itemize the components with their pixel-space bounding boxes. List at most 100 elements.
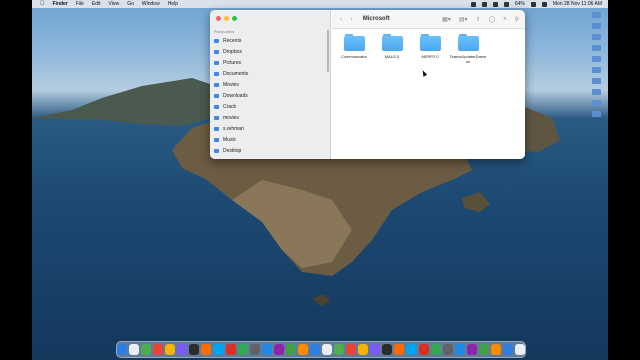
- sidebar-scrollbar[interactable]: [327, 30, 329, 72]
- dock-app-icon[interactable]: [442, 344, 453, 355]
- menu-file[interactable]: File: [76, 1, 84, 7]
- dock-app-icon[interactable]: [249, 344, 260, 355]
- sidebar-item-home[interactable]: s.rehman: [214, 123, 326, 134]
- desktop-file-icon[interactable]: [586, 100, 606, 110]
- dock-app-icon[interactable]: [297, 344, 308, 355]
- dock-app-icon[interactable]: [454, 344, 465, 355]
- desktop-icon: [214, 148, 219, 153]
- minimize-button[interactable]: [224, 16, 229, 21]
- desktop-file-icon[interactable]: [586, 23, 606, 33]
- desktop-file-icon[interactable]: [586, 78, 606, 88]
- desktop-file-icon[interactable]: [586, 67, 606, 77]
- dock-app-icon[interactable]: [334, 344, 345, 355]
- menu-go[interactable]: Go: [127, 1, 134, 7]
- fullscreen-button[interactable]: [232, 16, 237, 21]
- share-icon[interactable]: ⇧: [476, 16, 481, 23]
- dock-app-icon[interactable]: [225, 344, 236, 355]
- status-icon[interactable]: [503, 1, 509, 7]
- dock-app-icon[interactable]: [490, 344, 501, 355]
- dock-app-icon[interactable]: [201, 344, 212, 355]
- wifi-icon[interactable]: [530, 1, 536, 7]
- dock-app-icon[interactable]: [237, 344, 248, 355]
- folder-icon: [214, 104, 219, 109]
- more-icon[interactable]: »: [503, 16, 506, 23]
- menu-view[interactable]: View: [108, 1, 119, 7]
- dock-app-icon[interactable]: [309, 344, 320, 355]
- menubar-clock[interactable]: Mon 28 Nov 11:06 AM: [553, 1, 602, 7]
- dock-app-icon[interactable]: [370, 344, 381, 355]
- downloads-icon: [214, 93, 219, 98]
- status-icon[interactable]: [492, 1, 498, 7]
- music-icon: [214, 137, 219, 142]
- dock-app-icon[interactable]: [466, 344, 477, 355]
- dock-app-icon[interactable]: [358, 344, 369, 355]
- dock-app-icon[interactable]: [189, 344, 200, 355]
- dock-app-icon[interactable]: [129, 344, 140, 355]
- dock-app-icon[interactable]: [478, 344, 489, 355]
- sidebar-item-music[interactable]: Music: [214, 134, 326, 145]
- tag-icon[interactable]: ◯: [489, 16, 496, 23]
- desktop-file-icon[interactable]: [586, 12, 606, 22]
- dock-app-icon[interactable]: [406, 344, 417, 355]
- back-arrow-icon[interactable]: ‹: [340, 16, 342, 23]
- sidebar-item-movies[interactable]: Movies: [214, 79, 326, 90]
- dock-app-icon[interactable]: [285, 344, 296, 355]
- desktop-file-icon[interactable]: [586, 34, 606, 44]
- sidebar-item-label: Movies: [223, 81, 239, 88]
- folder-icon: [381, 34, 403, 51]
- folder-item[interactable]: TeamsUpdaterDaemon: [448, 34, 488, 64]
- desktop-file-icon[interactable]: [586, 111, 606, 121]
- dock-app-icon[interactable]: [515, 344, 526, 355]
- dock-app-icon[interactable]: [213, 344, 224, 355]
- app-menu-finder[interactable]: Finder: [53, 1, 68, 7]
- sidebar-item-movies-folder[interactable]: movies: [214, 112, 326, 123]
- dock-app-icon[interactable]: [394, 344, 405, 355]
- view-mode-icon[interactable]: ▦▾: [442, 16, 451, 23]
- dock-app-icon[interactable]: [116, 344, 127, 355]
- dock-app-icon[interactable]: [153, 344, 164, 355]
- dock-app-icon[interactable]: [273, 344, 284, 355]
- sidebar-item-recents[interactable]: Recents: [214, 35, 326, 46]
- search-icon[interactable]: [541, 1, 547, 7]
- status-icon[interactable]: [481, 1, 487, 7]
- sidebar-item-pictures[interactable]: Pictures: [214, 57, 326, 68]
- dock-app-icon[interactable]: [430, 344, 441, 355]
- sidebar-item-label: Crack: [223, 103, 237, 110]
- sidebar-item-documents[interactable]: Documents: [214, 68, 326, 79]
- folder-name: Communicator: [340, 54, 367, 59]
- desktop-file-icon[interactable]: [586, 89, 606, 99]
- sidebar-item-crack[interactable]: Crack: [214, 101, 326, 112]
- folder-item[interactable]: Communicator: [334, 34, 374, 59]
- status-icon[interactable]: [470, 1, 476, 7]
- dock-app-icon[interactable]: [502, 344, 513, 355]
- menu-window[interactable]: Window: [142, 1, 160, 7]
- sidebar-item-desktop[interactable]: Desktop: [214, 145, 326, 156]
- menu-edit[interactable]: Edit: [92, 1, 101, 7]
- dock-app-icon[interactable]: [165, 344, 176, 355]
- dock-app-icon[interactable]: [177, 344, 188, 355]
- sidebar-item-label: s.rehman: [223, 125, 244, 132]
- sidebar-item-dropbox[interactable]: Dropbox: [214, 46, 326, 57]
- group-icon[interactable]: ▤▾: [459, 16, 468, 23]
- sidebar-item-downloads[interactable]: Downloads: [214, 90, 326, 101]
- dock-app-icon[interactable]: [346, 344, 357, 355]
- apple-menu-icon[interactable]: : [40, 1, 45, 7]
- dock-app-icon[interactable]: [418, 344, 429, 355]
- folder-item[interactable]: MAU2.0: [372, 34, 412, 59]
- search-icon[interactable]: ⚲: [515, 16, 519, 23]
- dock-app-icon[interactable]: [261, 344, 272, 355]
- forward-arrow-icon[interactable]: ›: [350, 16, 352, 23]
- dock-app-icon[interactable]: [382, 344, 393, 355]
- documents-icon: [214, 71, 219, 76]
- battery-percent[interactable]: 64%: [515, 1, 525, 7]
- window-controls: [216, 16, 237, 21]
- folder-item[interactable]: MERP2.0: [410, 34, 450, 59]
- desktop-file-icon[interactable]: [586, 45, 606, 55]
- finder-sidebar: Favourites Recents Dropbox Pictures Docu…: [210, 10, 331, 159]
- dock-app-icon[interactable]: [141, 344, 152, 355]
- folder-icon: [214, 115, 219, 120]
- menu-help[interactable]: Help: [168, 1, 178, 7]
- dock-app-icon[interactable]: [322, 344, 333, 355]
- close-button[interactable]: [216, 16, 221, 21]
- desktop-file-icon[interactable]: [586, 56, 606, 66]
